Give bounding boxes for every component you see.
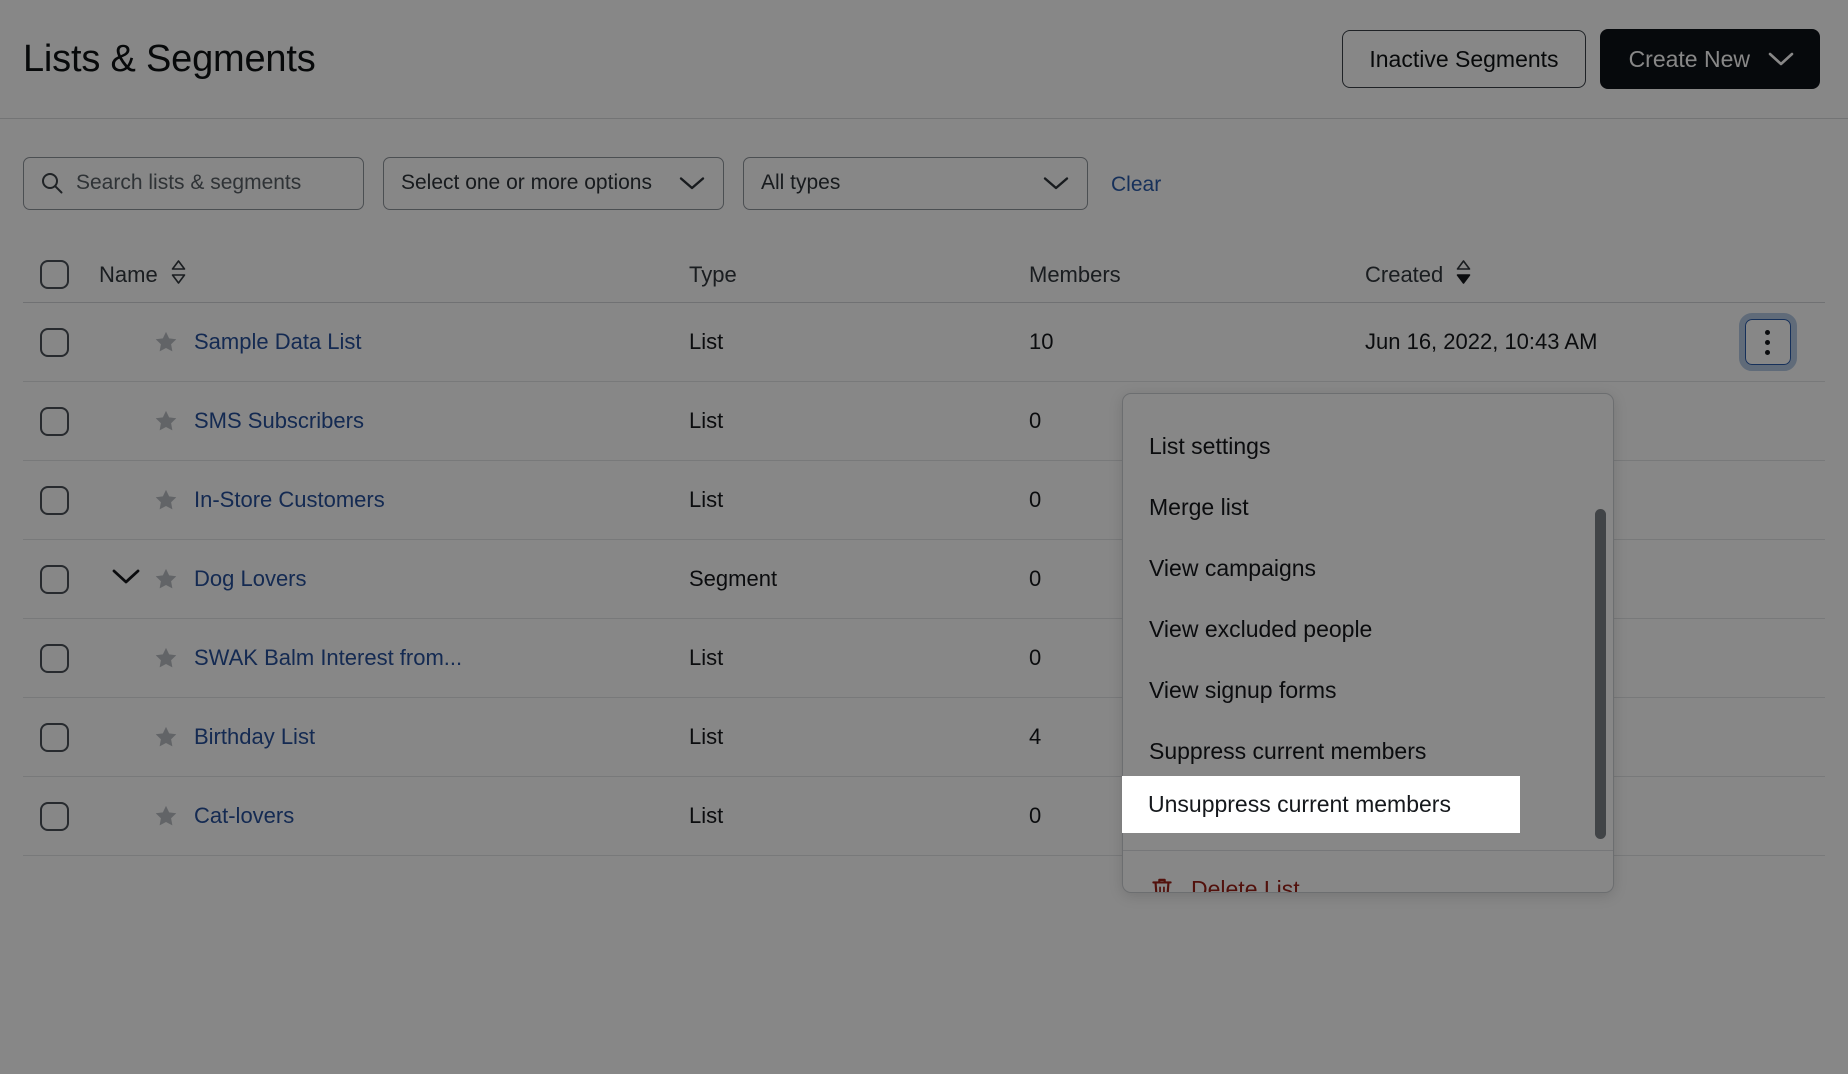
chevron-down-icon	[1768, 51, 1794, 67]
create-new-label: Create New	[1629, 48, 1750, 71]
select-all-checkbox[interactable]	[40, 260, 69, 289]
context-menu-item-view-signup-forms[interactable]: View signup forms	[1123, 660, 1613, 721]
context-menu-item-merge-list[interactable]: Merge list	[1123, 477, 1613, 538]
column-header-name-label: Name	[99, 262, 158, 288]
row-type: List	[689, 408, 1029, 434]
row-select-cell	[23, 644, 99, 673]
row-type: List	[689, 329, 1029, 355]
row-expand-toggle[interactable]	[99, 568, 153, 591]
row-name-link[interactable]: SMS Subscribers	[194, 408, 364, 434]
kebab-dot	[1765, 330, 1770, 335]
row-checkbox[interactable]	[40, 486, 69, 515]
row-type: Segment	[689, 566, 1029, 592]
row-type: List	[689, 803, 1029, 829]
favorite-star-icon[interactable]	[153, 408, 179, 434]
row-checkbox[interactable]	[40, 802, 69, 831]
column-header-name[interactable]: Name	[99, 259, 689, 291]
inactive-segments-button[interactable]: Inactive Segments	[1342, 30, 1585, 88]
column-header-created-label: Created	[1365, 262, 1443, 288]
row-checkbox[interactable]	[40, 328, 69, 357]
tags-filter-select[interactable]: Select one or more options	[383, 157, 724, 210]
column-header-created[interactable]: Created	[1365, 259, 1710, 291]
type-filter-select[interactable]: All types	[743, 157, 1088, 210]
context-menu-item-view-campaigns[interactable]: View campaigns	[1123, 538, 1613, 599]
chevron-down-icon	[1043, 176, 1069, 191]
kebab-dot	[1765, 350, 1770, 355]
context-menu-separator	[1123, 850, 1613, 851]
row-name-link[interactable]: Cat-lovers	[194, 803, 294, 829]
row-select-cell	[23, 407, 99, 436]
row-actions-cell	[1710, 319, 1825, 365]
sort-icon[interactable]	[170, 259, 187, 291]
chevron-down-icon	[679, 176, 705, 191]
select-all-cell	[23, 260, 99, 289]
context-menu-item-view-excluded-people[interactable]: View excluded people	[1123, 599, 1613, 660]
row-members: 10	[1029, 329, 1365, 355]
clear-filters-link[interactable]: Clear	[1111, 169, 1161, 197]
favorite-star-icon[interactable]	[153, 645, 179, 671]
kebab-dot	[1765, 340, 1770, 345]
row-name-link[interactable]: Birthday List	[194, 724, 315, 750]
row-select-cell	[23, 486, 99, 515]
row-checkbox[interactable]	[40, 723, 69, 752]
table-header-row: Name Type Members Created	[23, 247, 1825, 303]
column-header-members: Members	[1029, 262, 1365, 288]
context-menu-item-delete-list[interactable]: Delete List	[1123, 858, 1613, 893]
row-select-cell	[23, 565, 99, 594]
favorite-star-icon[interactable]	[153, 803, 179, 829]
row-actions-button[interactable]	[1745, 319, 1791, 365]
tags-filter-value: Select one or more options	[401, 171, 679, 195]
row-name-link[interactable]: Sample Data List	[194, 329, 362, 355]
row-name-cell: Cat-lovers	[153, 803, 689, 829]
lists-and-segments-page: Lists & Segments Inactive Segments Creat…	[0, 0, 1848, 1074]
search-box[interactable]	[23, 157, 364, 210]
row-select-cell	[23, 723, 99, 752]
row-select-cell	[23, 802, 99, 831]
row-name-link[interactable]: SWAK Balm Interest from...	[194, 645, 462, 671]
row-type: List	[689, 487, 1029, 513]
header-actions: Inactive Segments Create New	[1342, 29, 1825, 89]
row-checkbox[interactable]	[40, 644, 69, 673]
context-menu-scrollbar[interactable]	[1595, 394, 1606, 892]
row-name-cell: Sample Data List	[153, 329, 689, 355]
row-name-cell: In-Store Customers	[153, 487, 689, 513]
filter-bar: Select one or more options All types Cle…	[0, 119, 1848, 219]
row-checkbox[interactable]	[40, 407, 69, 436]
context-menu-item-unsuppress-current-members[interactable]: Unsuppress current members	[1122, 776, 1520, 833]
context-menu-item-label: Delete List	[1191, 876, 1300, 893]
chevron-down-icon[interactable]	[111, 568, 141, 591]
table-row[interactable]: Sample Data List List 10 Jun 16, 2022, 1…	[23, 303, 1825, 382]
row-select-cell	[23, 328, 99, 357]
row-name-cell: Dog Lovers	[153, 566, 689, 592]
row-name-cell: Birthday List	[153, 724, 689, 750]
context-menu-item-suppress-current-members[interactable]: Suppress current members	[1123, 721, 1613, 782]
row-name-link[interactable]: Dog Lovers	[194, 566, 307, 592]
row-name-cell: SMS Subscribers	[153, 408, 689, 434]
row-type: List	[689, 645, 1029, 671]
row-name-cell: SWAK Balm Interest from...	[153, 645, 689, 671]
trash-icon	[1149, 876, 1175, 894]
favorite-star-icon[interactable]	[153, 487, 179, 513]
favorite-star-icon[interactable]	[153, 724, 179, 750]
row-checkbox[interactable]	[40, 565, 69, 594]
type-filter-value: All types	[761, 171, 1043, 195]
scrollbar-thumb[interactable]	[1595, 509, 1606, 839]
row-created: Jun 16, 2022, 10:43 AM	[1365, 329, 1710, 355]
context-menu-item-list-settings[interactable]: List settings	[1123, 416, 1613, 477]
row-name-link[interactable]: In-Store Customers	[194, 487, 385, 513]
search-icon	[40, 171, 64, 195]
favorite-star-icon[interactable]	[153, 566, 179, 592]
favorite-star-icon[interactable]	[153, 329, 179, 355]
page-header: Lists & Segments Inactive Segments Creat…	[0, 0, 1848, 119]
search-input[interactable]	[76, 171, 363, 195]
create-new-button[interactable]: Create New	[1600, 29, 1820, 89]
column-header-type: Type	[689, 262, 1029, 288]
row-type: List	[689, 724, 1029, 750]
page-title: Lists & Segments	[23, 40, 316, 78]
sort-icon-desc[interactable]	[1455, 259, 1472, 291]
